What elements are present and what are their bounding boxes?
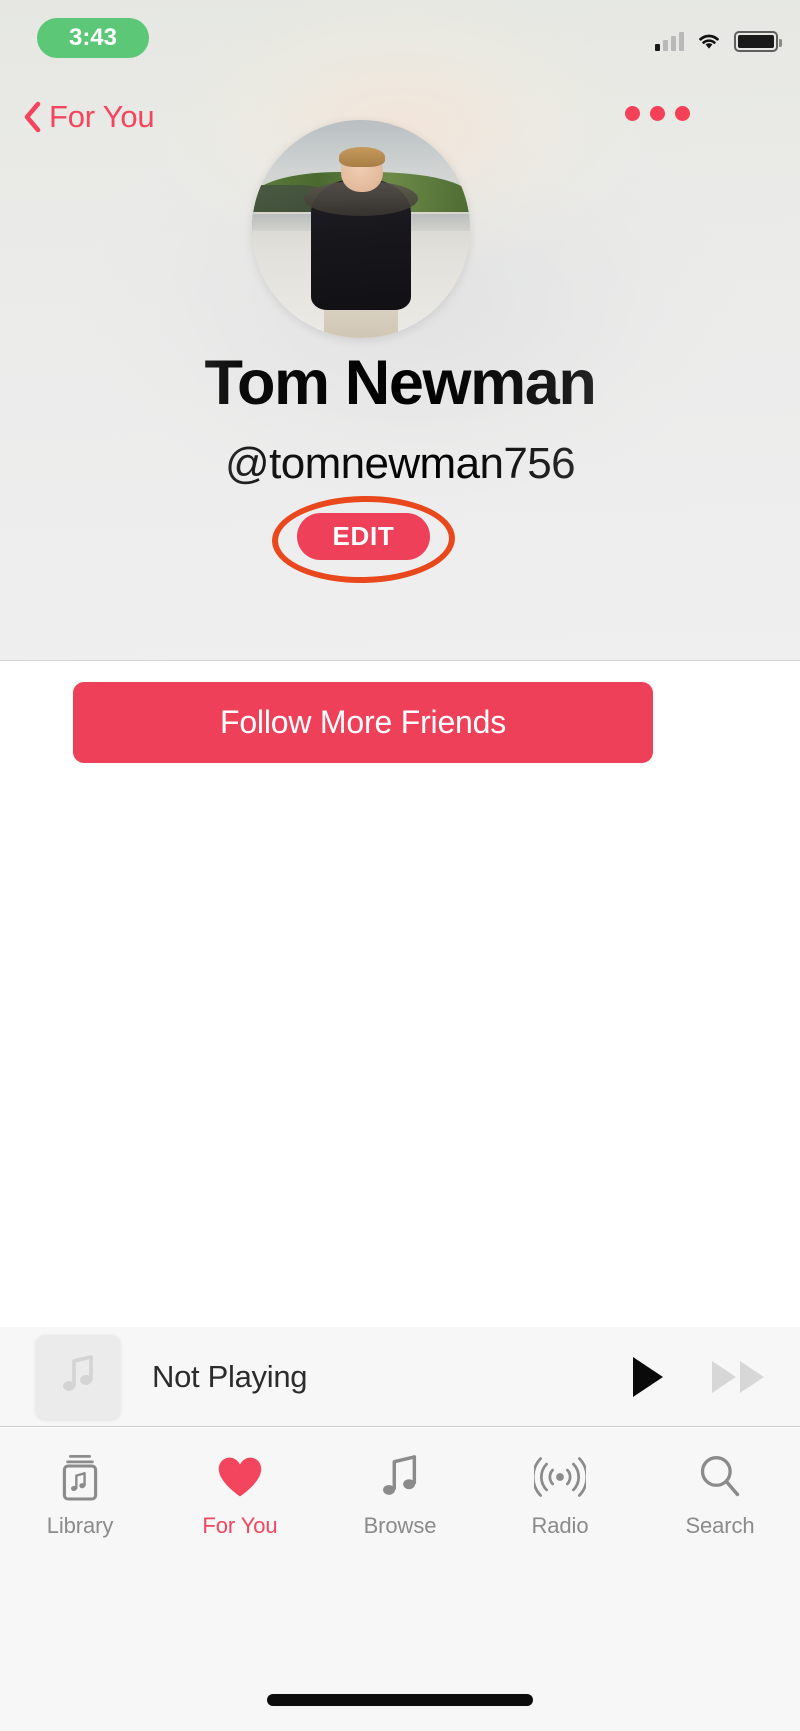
edit-button-area: EDIT: [0, 490, 800, 600]
radio-waves-icon: [534, 1450, 586, 1504]
edit-button-label: EDIT: [332, 521, 395, 551]
tab-radio[interactable]: Radio: [485, 1450, 635, 1539]
heart-icon: [216, 1450, 264, 1504]
status-bar: 3:43: [0, 0, 800, 76]
profile-header: 3:43 For You Tom Newman @tomnewman756 ED…: [0, 0, 800, 661]
music-note-icon: [378, 1450, 422, 1504]
cellular-signal-icon: [655, 31, 684, 51]
mini-player[interactable]: Not Playing: [0, 1327, 800, 1427]
library-icon: [58, 1450, 102, 1504]
play-icon[interactable]: [630, 1355, 666, 1399]
tab-browse[interactable]: Browse: [325, 1450, 475, 1539]
chevron-left-icon: [22, 101, 42, 133]
search-icon: [697, 1450, 743, 1504]
tab-search[interactable]: Search: [645, 1450, 795, 1539]
edit-button[interactable]: EDIT: [297, 513, 430, 560]
tab-radio-label: Radio: [531, 1513, 589, 1538]
wifi-icon: [696, 31, 722, 51]
page-title: Tom Newman: [0, 352, 800, 415]
tab-browse-label: Browse: [363, 1513, 437, 1538]
tab-bar: Library For You Browse Radio Search: [0, 1428, 800, 1731]
tab-for-you-label: For You: [202, 1513, 278, 1538]
more-options-icon[interactable]: [625, 106, 690, 121]
tab-search-label: Search: [685, 1513, 755, 1538]
avatar[interactable]: [252, 120, 470, 338]
tab-library-label: Library: [46, 1513, 114, 1538]
tab-for-you[interactable]: For You: [165, 1450, 315, 1539]
music-note-icon: [58, 1352, 98, 1401]
album-art-placeholder: [36, 1334, 120, 1419]
profile-handle: @tomnewman756: [0, 442, 800, 486]
main-content: Follow More Friends: [0, 662, 800, 1327]
status-time: 3:43: [68, 24, 118, 51]
battery-icon: [734, 30, 782, 52]
player-controls: [630, 1355, 768, 1399]
home-indicator: [267, 1694, 533, 1706]
tab-library[interactable]: Library: [5, 1450, 155, 1539]
status-time-pill: 3:43: [37, 18, 149, 58]
back-button[interactable]: For You: [22, 92, 155, 142]
follow-more-friends-button[interactable]: Follow More Friends: [73, 682, 653, 763]
now-playing-status: Not Playing: [152, 1358, 308, 1394]
back-button-label: For You: [49, 99, 155, 134]
follow-more-friends-label: Follow More Friends: [219, 704, 507, 740]
fast-forward-icon[interactable]: [710, 1358, 768, 1396]
status-indicators: [655, 28, 782, 54]
